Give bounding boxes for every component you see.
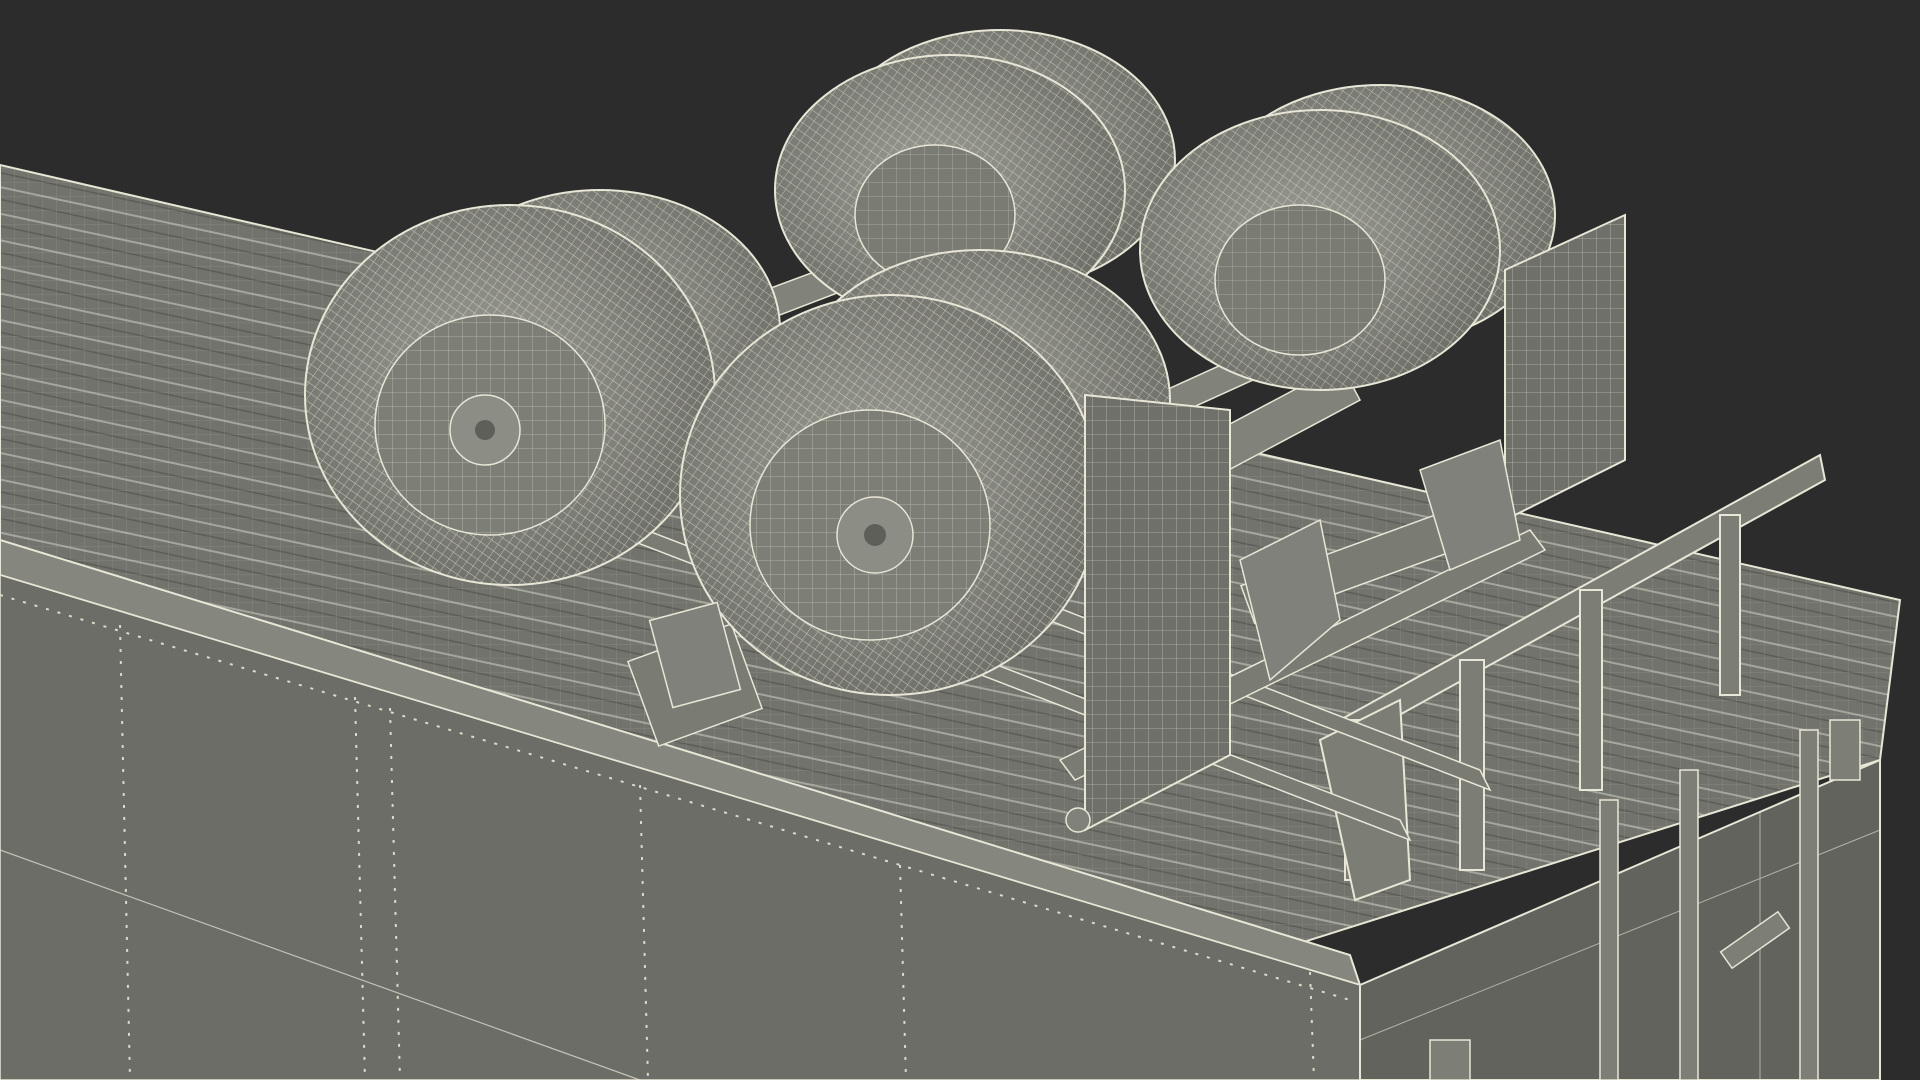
trailer-wireframe-render <box>0 0 1920 1080</box>
wheel-front-left-outer <box>304 204 716 586</box>
wheel-rear-right-inner <box>1139 109 1501 391</box>
mud-flap-left <box>1084 393 1231 832</box>
wheel-front-right-outer <box>679 294 1101 696</box>
